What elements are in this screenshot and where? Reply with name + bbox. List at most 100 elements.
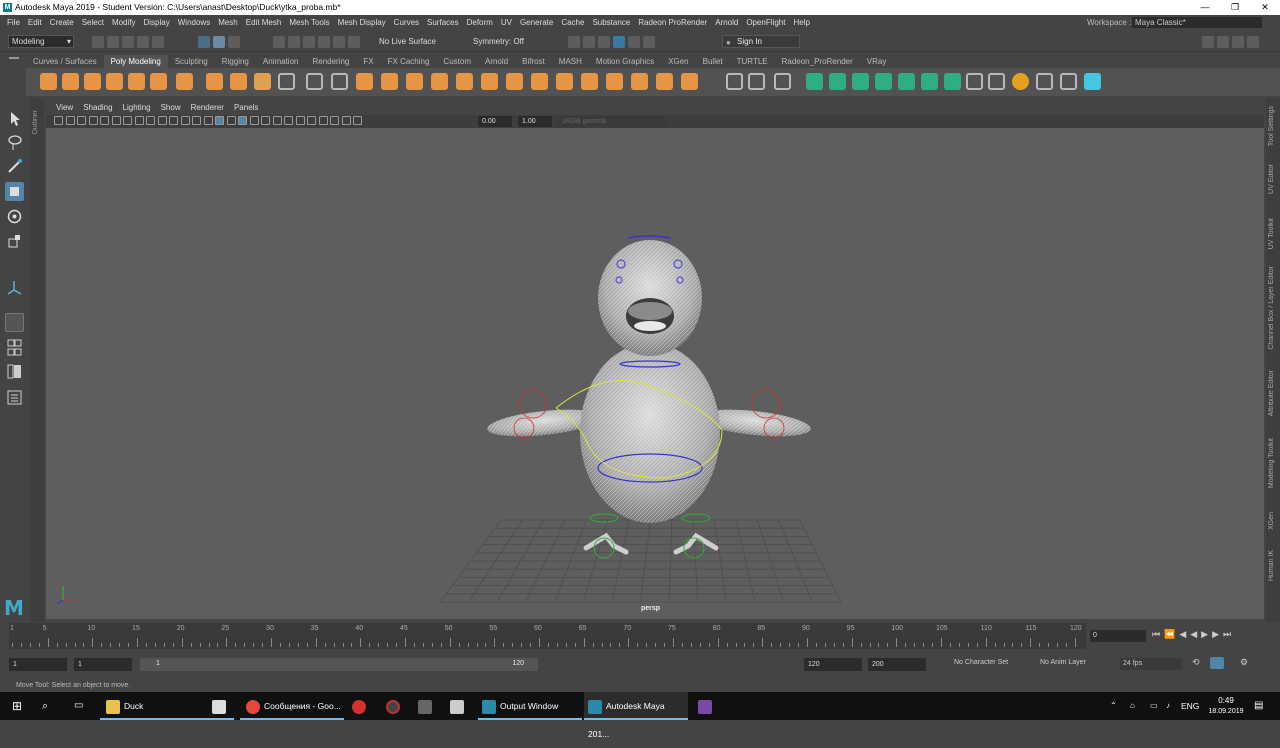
target-weld-icon[interactable] <box>631 73 648 90</box>
anti-aliasing-icon[interactable] <box>284 116 293 125</box>
image-plane-icon[interactable] <box>88 116 98 125</box>
menu-item-surfaces[interactable]: Surfaces <box>423 15 463 30</box>
workspace-select[interactable]: Maya Classic* <box>1132 17 1262 28</box>
channel-box-icon[interactable] <box>1247 36 1259 48</box>
film-gate-icon[interactable] <box>134 116 144 125</box>
type-text-icon[interactable] <box>230 73 247 90</box>
skull-icon[interactable] <box>1060 73 1077 90</box>
cylinder-icon[interactable] <box>84 73 101 90</box>
dock-tab-tool-settings[interactable]: Tool Settings <box>1268 106 1275 146</box>
taskbar-item-maya[interactable]: Autodesk Maya 201... <box>584 692 688 739</box>
menu-set-select[interactable]: Modeling ▾ <box>8 35 74 48</box>
smooth-icon[interactable] <box>381 73 398 90</box>
shadows-icon[interactable] <box>261 116 270 125</box>
menu-item-windows[interactable]: Windows <box>174 15 214 30</box>
shelf-tab-fx[interactable]: FX <box>356 55 380 68</box>
current-frame-field[interactable]: 0 <box>1090 630 1146 642</box>
panel-menu-view[interactable]: View <box>51 103 78 112</box>
menu-item-generate[interactable]: Generate <box>516 15 557 30</box>
loop-icon[interactable]: ⟲ <box>1192 657 1200 668</box>
search-icon[interactable]: ⌕ <box>42 692 48 720</box>
dock-tab-uv-editor[interactable]: UV Editor <box>1268 164 1275 194</box>
menu-item-arnold[interactable]: Arnold <box>711 15 742 30</box>
panel-menu-lighting[interactable]: Lighting <box>118 103 156 112</box>
shelf-tab-radeon-prorender[interactable]: Radeon_ProRender <box>775 55 860 68</box>
menu-item-mesh[interactable]: Mesh <box>214 15 242 30</box>
gamma-field[interactable]: 1.00 <box>518 116 552 127</box>
new-scene-icon[interactable] <box>92 36 104 48</box>
app-circle-icon[interactable] <box>386 692 404 720</box>
open-scene-icon[interactable] <box>107 36 119 48</box>
quadrangulate-icon[interactable] <box>681 73 698 90</box>
app-camera-icon[interactable] <box>418 692 436 720</box>
select-tool-icon[interactable] <box>5 109 24 128</box>
menu-item-file[interactable]: File <box>3 15 24 30</box>
extract-icon[interactable] <box>356 73 373 90</box>
disc-icon[interactable] <box>150 73 167 90</box>
select-object-icon[interactable] <box>213 36 225 48</box>
shelf-tab-curves-surfaces[interactable]: Curves / Surfaces <box>26 55 104 68</box>
menu-item-create[interactable]: Create <box>46 15 78 30</box>
undo-icon[interactable] <box>137 36 149 48</box>
fps-select[interactable]: 24 fps <box>1120 658 1182 670</box>
panel-menu-show[interactable]: Show <box>156 103 186 112</box>
x-ray-icon[interactable] <box>318 116 328 125</box>
menu-item-uv[interactable]: UV <box>497 15 516 30</box>
dock-tab-attribute-editor[interactable]: Attribute Editor <box>1268 370 1275 416</box>
shelf-tab-rendering[interactable]: Rendering <box>305 55 356 68</box>
dock-tab-channel-box-layer-editor[interactable]: Channel Box / Layer Editor <box>1268 266 1275 350</box>
scale-tool-icon[interactable] <box>5 232 24 251</box>
clock[interactable]: 0:49 18.09.2019 <box>1208 695 1244 717</box>
snap-view-icon[interactable] <box>318 36 330 48</box>
combine-icon[interactable] <box>331 73 348 90</box>
play-backward-icon[interactable]: ◀ <box>1190 629 1201 639</box>
bevel-booleans-icon[interactable] <box>278 73 295 90</box>
snap-vertex-icon[interactable] <box>348 36 360 48</box>
shelf-tab-bullet[interactable]: Bullet <box>696 55 730 68</box>
single-perspective-layout-icon[interactable] <box>5 313 24 332</box>
cone-icon[interactable] <box>106 73 123 90</box>
dock-tab-human-ik[interactable]: Human IK <box>1268 550 1275 581</box>
grid-icon[interactable] <box>123 116 132 125</box>
rotate-tool-icon[interactable] <box>5 207 24 226</box>
super-shape-icon[interactable] <box>176 73 193 90</box>
chamfer-icon[interactable] <box>556 73 573 90</box>
shelf-tab-vray[interactable]: VRay <box>860 55 894 68</box>
notifications-icon[interactable]: ▤ <box>1254 692 1263 720</box>
backface-culling-icon[interactable] <box>353 116 362 125</box>
uv-cut-icon[interactable] <box>898 73 915 90</box>
menu-item-curves[interactable]: Curves <box>390 15 423 30</box>
snap-point-icon[interactable] <box>303 36 315 48</box>
target-weld-tool-icon[interactable] <box>748 73 765 90</box>
shelf-menu-icon[interactable] <box>9 57 19 67</box>
modeling-toolkit-icon[interactable] <box>1202 36 1214 48</box>
menu-item-display[interactable]: Display <box>140 15 174 30</box>
textured-icon[interactable] <box>238 116 247 125</box>
playback-controls[interactable]: ⏮⏪◀◀▶▶⏭ <box>1152 629 1235 640</box>
hypershade-icon[interactable] <box>613 36 625 48</box>
attribute-editor-icon[interactable] <box>1217 36 1229 48</box>
menu-item-edit[interactable]: Edit <box>24 15 46 30</box>
render-settings-icon[interactable] <box>598 36 610 48</box>
language-indicator[interactable]: ENG <box>1181 692 1199 720</box>
shelf-tab-custom[interactable]: Custom <box>436 55 478 68</box>
shelf-tab-turtle[interactable]: TURTLE <box>730 55 775 68</box>
menu-item-mesh-tools[interactable]: Mesh Tools <box>285 15 333 30</box>
uv-auto-icon[interactable] <box>875 73 892 90</box>
shelf-tab-motion-graphics[interactable]: Motion Graphics <box>589 55 661 68</box>
render-view-icon[interactable] <box>628 36 640 48</box>
safe-action-icon[interactable] <box>180 116 190 125</box>
extrude-icon[interactable] <box>431 73 448 90</box>
play-forward-icon[interactable]: ▶ <box>1201 629 1212 639</box>
2d-pan-zoom-icon[interactable] <box>100 116 109 125</box>
snap-surface-icon[interactable] <box>333 36 345 48</box>
volume-icon[interactable]: ♪ <box>1166 692 1170 720</box>
shelf-tab-rigging[interactable]: Rigging <box>215 55 256 68</box>
store-icon[interactable] <box>212 692 230 720</box>
shelf-tab-fx-caching[interactable]: FX Caching <box>381 55 437 68</box>
ambient-occlusion-icon[interactable] <box>272 116 282 125</box>
shelf-tab-mash[interactable]: MASH <box>552 55 589 68</box>
depth-of-field-icon[interactable] <box>295 116 305 125</box>
joint-icon[interactable] <box>1036 73 1053 90</box>
pause-icon[interactable] <box>643 36 655 48</box>
